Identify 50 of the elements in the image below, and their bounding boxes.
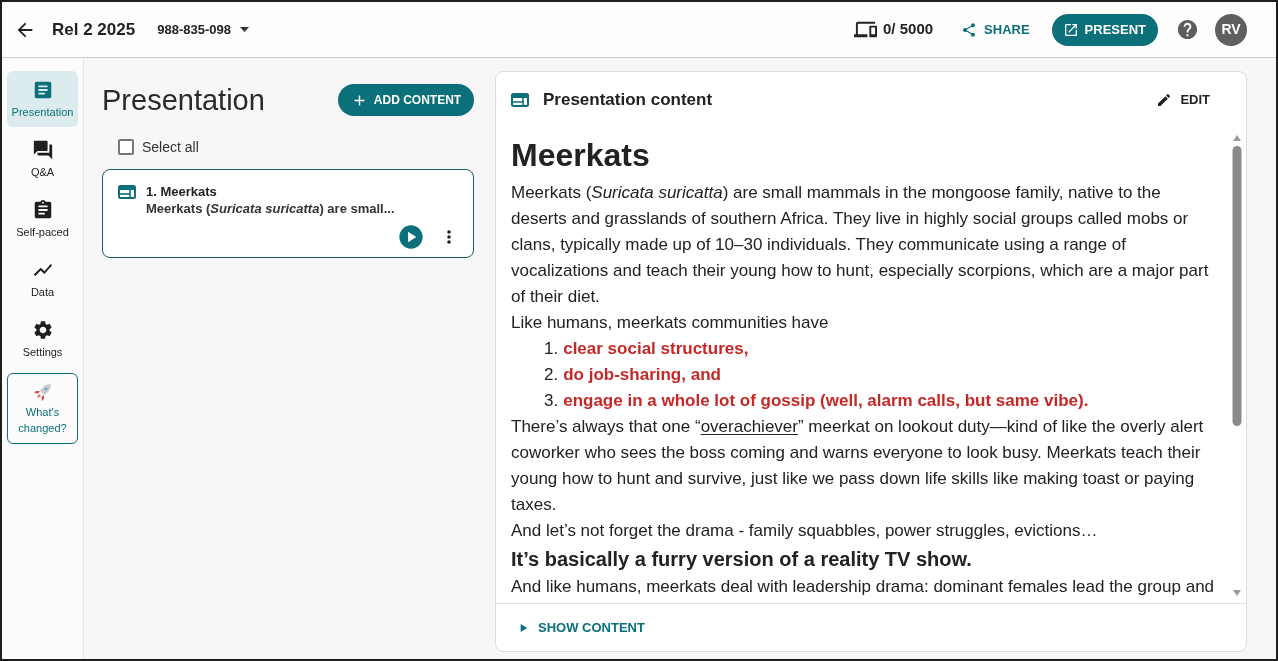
card-summary: Meerkats (Suricata suricatta) are small... <box>146 200 395 217</box>
share-button[interactable]: SHARE <box>961 19 1030 40</box>
whats-changed-button[interactable]: What's changed? <box>7 373 78 444</box>
caret-icon <box>239 27 249 32</box>
user-avatar[interactable]: RV <box>1215 13 1247 46</box>
content-card[interactable]: 1. Meerkats Meerkats (Suricata suricatta) are small... <box>102 169 474 258</box>
list-item-text: engage in a whole lot of gossip (well, alarm calls, but same vibe). <box>563 390 1089 412</box>
add-content-button[interactable]: ADD CONTENT <box>338 84 474 116</box>
edit-button[interactable]: EDIT <box>1156 89 1210 110</box>
help-button[interactable] <box>1176 18 1199 41</box>
select-all-label: Select all <box>142 137 199 157</box>
list-item-text: do job-sharing, and <box>563 364 721 386</box>
body-paragraph: There’s always that one “overachiever” meerkat on lookout duty—kind of like the overly alert coworker who sees the boss coming and warns everyone to look busy. Meerkats teach their young how to hunt and survive, just like we pass down life skills like making toast or paying taxes. <box>511 416 1205 516</box>
session-code-dropdown[interactable]: 988-835-098 <box>157 19 249 40</box>
presentation-title: Rel 2 2025 <box>52 18 136 41</box>
rocket-icon <box>32 381 53 402</box>
layout-icon <box>511 92 529 107</box>
play-icon <box>397 223 425 251</box>
sidebar-item[interactable]: Presentation <box>7 71 78 127</box>
help-icon <box>1176 18 1199 41</box>
panel-heading: Presentation <box>102 83 265 117</box>
layout-icon <box>118 185 136 199</box>
body-paragraph: Meerkats (Suricata suricatta) are small mammals in the mongoose family, native to the deserts and grasslands of southern Africa. They live in highly social groups called mobs or clans, typically made up of 10–30 individuals. They communicate using a range of vocalizations and teach their young how to hunt, especially scorpions, which are a major part of their diet. <box>511 182 1210 308</box>
settings-icon <box>31 319 54 341</box>
open-external-icon <box>1062 21 1079 38</box>
chat-bubbles-icon <box>31 139 54 161</box>
kebab-menu-icon <box>447 230 451 244</box>
pencil-icon <box>1156 91 1173 108</box>
sidebar-item[interactable]: Q&A <box>7 131 78 187</box>
content-subheading: It’s basically a furry version of a reality TV show. <box>511 547 972 572</box>
share-icon <box>961 21 978 38</box>
list-number: 3. <box>544 390 559 412</box>
panel-title: Presentation content <box>543 88 713 111</box>
more-options-button[interactable] <box>447 230 451 244</box>
body-paragraph: And like humans, meerkats deal with leadership drama: dominant females lead the group and <box>511 576 1216 598</box>
sidebar-item[interactable]: Self-paced <box>7 191 78 247</box>
sidebar-item[interactable]: Data <box>7 251 78 307</box>
show-content-button[interactable]: SHOW CONTENT <box>516 617 645 638</box>
sidebar-item[interactable]: Settings <box>7 311 78 367</box>
list-item-text: clear social structures, <box>563 338 749 360</box>
present-button[interactable]: PRESENT <box>1051 13 1158 46</box>
device-count: 0/ 5000 <box>883 19 934 40</box>
card-title: 1. Meerkats <box>146 183 218 200</box>
content-heading: Meerkats <box>511 136 650 175</box>
body-paragraph: And let’s not forget the drama - family squabbles, power struggles, evictions… <box>511 520 1099 542</box>
list-number: 2. <box>544 364 559 386</box>
play-button[interactable] <box>397 223 425 251</box>
body-paragraph: Like humans, meerkats communities have <box>511 312 830 334</box>
list-number: 1. <box>544 338 559 360</box>
select-all-checkbox[interactable] <box>118 139 134 155</box>
